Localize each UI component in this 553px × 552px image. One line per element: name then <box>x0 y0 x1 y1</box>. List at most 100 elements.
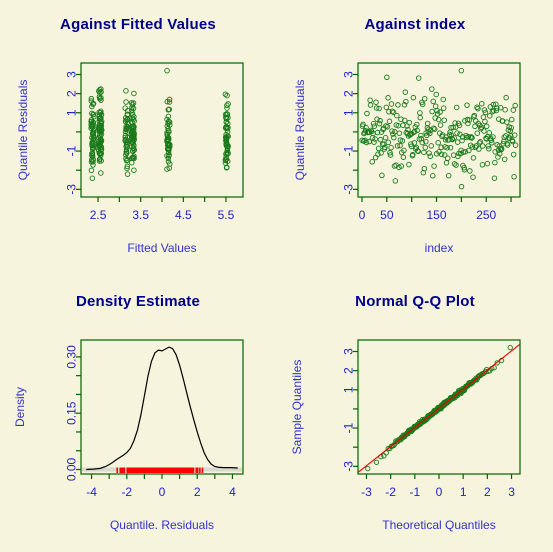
plot-area-index: 0 50 150 250 -3 -1 1 2 3 index Quantile Residual… <box>293 62 521 255</box>
data-point <box>417 110 423 116</box>
x-tick-label: 2 <box>484 485 491 499</box>
x-tick-label: 0 <box>359 208 366 222</box>
data-point <box>89 175 96 182</box>
data-point <box>164 67 170 74</box>
data-point <box>386 118 393 125</box>
data-point <box>367 102 374 108</box>
data-point <box>467 168 473 174</box>
data-point <box>431 163 437 169</box>
data-point <box>511 174 517 180</box>
y-axis-label: Density <box>13 387 27 427</box>
data-point <box>364 110 370 117</box>
diagnostic-plot-figure: Against Fitted Values 2.5 3.5 4.5 5.5 -3 -1 1 2… <box>0 0 553 552</box>
data-point <box>369 159 375 165</box>
data-point <box>455 153 461 160</box>
data-point <box>437 122 444 128</box>
data-point <box>453 104 460 111</box>
data-point <box>444 155 451 162</box>
data-point <box>504 119 510 125</box>
y-tick-label: 1 <box>341 109 355 116</box>
y-tick-label: -3 <box>341 184 355 195</box>
data-point <box>382 134 389 141</box>
y-tick-label: 3 <box>341 71 355 78</box>
plot-area-fitted-values: 2.5 3.5 4.5 5.5 -3 -1 1 2 3 Fitted Values Quanti… <box>16 62 244 255</box>
data-point <box>440 105 447 111</box>
data-point <box>406 161 412 168</box>
y-tick-label: 0.30 <box>64 345 78 369</box>
panel-density-estimate: Density Estimate -4 -2 0 2 4 0.00 0.15 0.30 Qua… <box>0 277 276 552</box>
data-point <box>385 95 391 101</box>
qq-reference-line <box>357 343 521 473</box>
data-point <box>88 167 95 174</box>
y-tick-label: 0.00 <box>64 457 78 481</box>
data-point <box>502 106 508 113</box>
panel-normal-qq-plot: Normal Q-Q Plot -3 -2 -1 0 1 2 3 -3 -1 1 2 3 Theore… <box>277 277 553 552</box>
y-tick-label: 1 <box>64 109 78 116</box>
data-point <box>435 139 441 146</box>
data-point <box>406 119 413 126</box>
data-point <box>396 130 403 136</box>
data-point <box>122 105 128 111</box>
data-point <box>458 183 465 190</box>
y-tick-label: 3 <box>341 348 355 355</box>
data-point <box>415 75 422 81</box>
data-point <box>123 88 129 94</box>
data-point <box>388 101 395 107</box>
x-tick-label: -4 <box>86 485 97 499</box>
x-axis-label: Fitted Values <box>127 241 196 255</box>
data-point <box>491 175 498 181</box>
data-point <box>480 114 487 120</box>
x-tick-label: 3 <box>508 485 515 499</box>
data-point <box>475 105 481 112</box>
data-point <box>429 86 435 92</box>
data-point <box>373 459 380 465</box>
x-tick-label: 4 <box>229 485 236 499</box>
data-point <box>402 89 409 95</box>
data-point <box>428 143 435 149</box>
x-tick-label: 150 <box>426 208 446 222</box>
y-tick-label: 0.15 <box>64 401 78 425</box>
data-point <box>457 131 463 138</box>
data-point <box>98 170 104 176</box>
panel-against-index: Against index 0 50 150 250 -3 -1 1 2 3 index Qua… <box>277 0 553 276</box>
data-point <box>395 102 401 108</box>
plot-box <box>80 62 244 198</box>
x-tick-label: -2 <box>385 485 396 499</box>
y-tick-label: -3 <box>341 461 355 472</box>
data-point <box>433 91 439 98</box>
y-tick-label: -1 <box>341 145 355 156</box>
y-tick-label: -1 <box>64 145 78 156</box>
data-point <box>383 104 390 111</box>
data-point <box>394 112 400 119</box>
data-point <box>445 172 452 179</box>
y-tick-label: 2 <box>64 90 78 97</box>
data-point <box>454 130 460 136</box>
y-tick-label: -1 <box>341 422 355 433</box>
data-point <box>365 465 371 472</box>
data-point <box>421 149 427 156</box>
data-point <box>124 171 131 177</box>
x-tick-label: 2 <box>194 485 201 499</box>
data-point <box>510 151 517 158</box>
data-point <box>430 173 436 179</box>
data-point <box>430 98 436 105</box>
data-point <box>440 96 446 103</box>
panel-against-fitted-values: Against Fitted Values 2.5 3.5 4.5 5.5 -3 -1 1 2… <box>0 0 276 276</box>
data-point <box>400 154 407 160</box>
data-point <box>131 167 137 173</box>
data-point <box>422 144 429 151</box>
data-point <box>508 116 515 123</box>
data-point <box>123 99 129 105</box>
data-point <box>512 142 519 148</box>
data-point <box>483 123 490 130</box>
data-point <box>464 102 470 108</box>
plot-box <box>80 339 244 475</box>
x-tick-label: 1 <box>460 485 467 499</box>
data-point <box>381 453 387 459</box>
data-point <box>492 159 498 166</box>
data-point <box>128 159 135 166</box>
x-tick-label: -1 <box>409 485 420 499</box>
x-tick-label: -3 <box>361 485 372 499</box>
y-tick-label: 2 <box>341 367 355 374</box>
data-point <box>474 130 481 136</box>
